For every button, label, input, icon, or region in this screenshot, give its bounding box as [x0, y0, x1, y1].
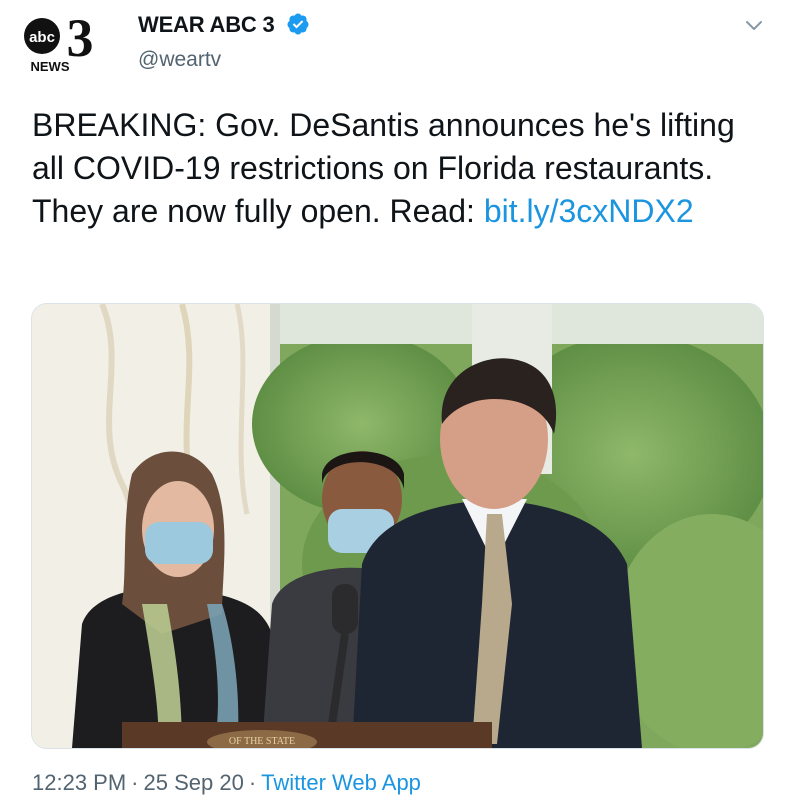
abc-news-logo: abc 3 NEWS: [24, 8, 94, 74]
author-avatar[interactable]: abc 3 NEWS: [22, 8, 108, 74]
meta-separator: ·: [248, 770, 257, 795]
author-handle[interactable]: @weartv: [138, 48, 221, 72]
tweet-text: BREAKING: Gov. DeSantis announces he's l…: [32, 104, 752, 233]
logo-number: 3: [67, 8, 94, 68]
tweet-date[interactable]: 25 Sep 20: [144, 770, 244, 795]
logo-news-text: NEWS: [31, 59, 70, 74]
tweet-time[interactable]: 12:23 PM: [32, 770, 126, 795]
tweet-source-link[interactable]: Twitter Web App: [261, 770, 421, 795]
meta-separator: ·: [131, 770, 139, 795]
chevron-down-icon[interactable]: [743, 14, 765, 36]
tweet-meta: 12:23 PM · 25 Sep 20 · Twitter Web App: [32, 770, 421, 796]
press-conference-photo: OF THE STATE: [32, 304, 763, 748]
podium-seal-text: OF THE STATE: [229, 736, 295, 747]
tweet-link[interactable]: bit.ly/3cxNDX2: [484, 193, 694, 229]
logo-abc-text: abc: [29, 29, 55, 46]
author-display-name[interactable]: WEAR ABC 3: [138, 12, 275, 38]
tweet-media-photo[interactable]: OF THE STATE: [31, 303, 764, 749]
verified-badge-icon: [287, 13, 309, 35]
